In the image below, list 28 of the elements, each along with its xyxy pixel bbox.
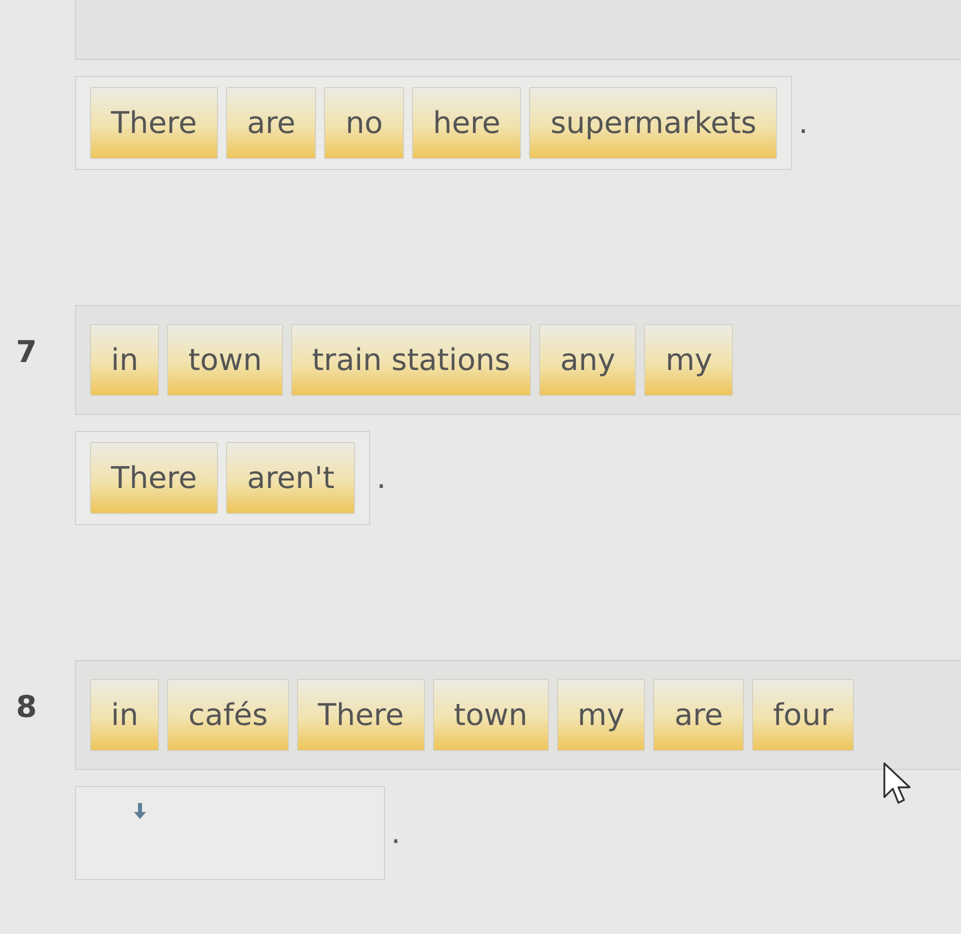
word-tile[interactable]: four <box>752 679 854 751</box>
word-tile[interactable]: no <box>324 87 404 159</box>
word-tile[interactable]: supermarkets <box>529 87 778 159</box>
answer-drop-zone[interactable]: There are no here supermarkets <box>75 76 792 170</box>
sentence-period: . <box>798 106 808 140</box>
word-tile[interactable]: are <box>226 87 316 159</box>
word-tile[interactable]: are <box>653 679 744 751</box>
word-tile[interactable]: There <box>90 87 218 159</box>
word-tile[interactable]: in <box>90 324 160 396</box>
sentence-period: . <box>376 460 386 496</box>
word-tile[interactable]: in <box>90 679 160 751</box>
question-number: 7 <box>16 335 37 370</box>
word-tile[interactable]: cafés <box>167 679 289 751</box>
word-tile[interactable]: town <box>167 324 284 396</box>
down-arrow-icon <box>134 803 146 819</box>
word-tile[interactable]: my <box>556 679 646 751</box>
question-number: 8 <box>16 690 37 725</box>
word-tile[interactable]: There <box>296 679 425 751</box>
word-tile[interactable]: There <box>90 442 218 514</box>
answer-drop-zone[interactable]: There aren't <box>75 431 370 525</box>
word-tile[interactable]: aren't <box>226 442 356 514</box>
word-tile[interactable]: town <box>432 679 548 751</box>
word-tile[interactable]: train stations <box>291 324 532 396</box>
sentence-period: . <box>391 816 401 850</box>
word-tile[interactable]: here <box>412 87 522 159</box>
word-tile[interactable]: my <box>644 324 734 396</box>
word-tile[interactable]: any <box>539 324 636 396</box>
answer-drop-zone[interactable] <box>75 786 385 880</box>
